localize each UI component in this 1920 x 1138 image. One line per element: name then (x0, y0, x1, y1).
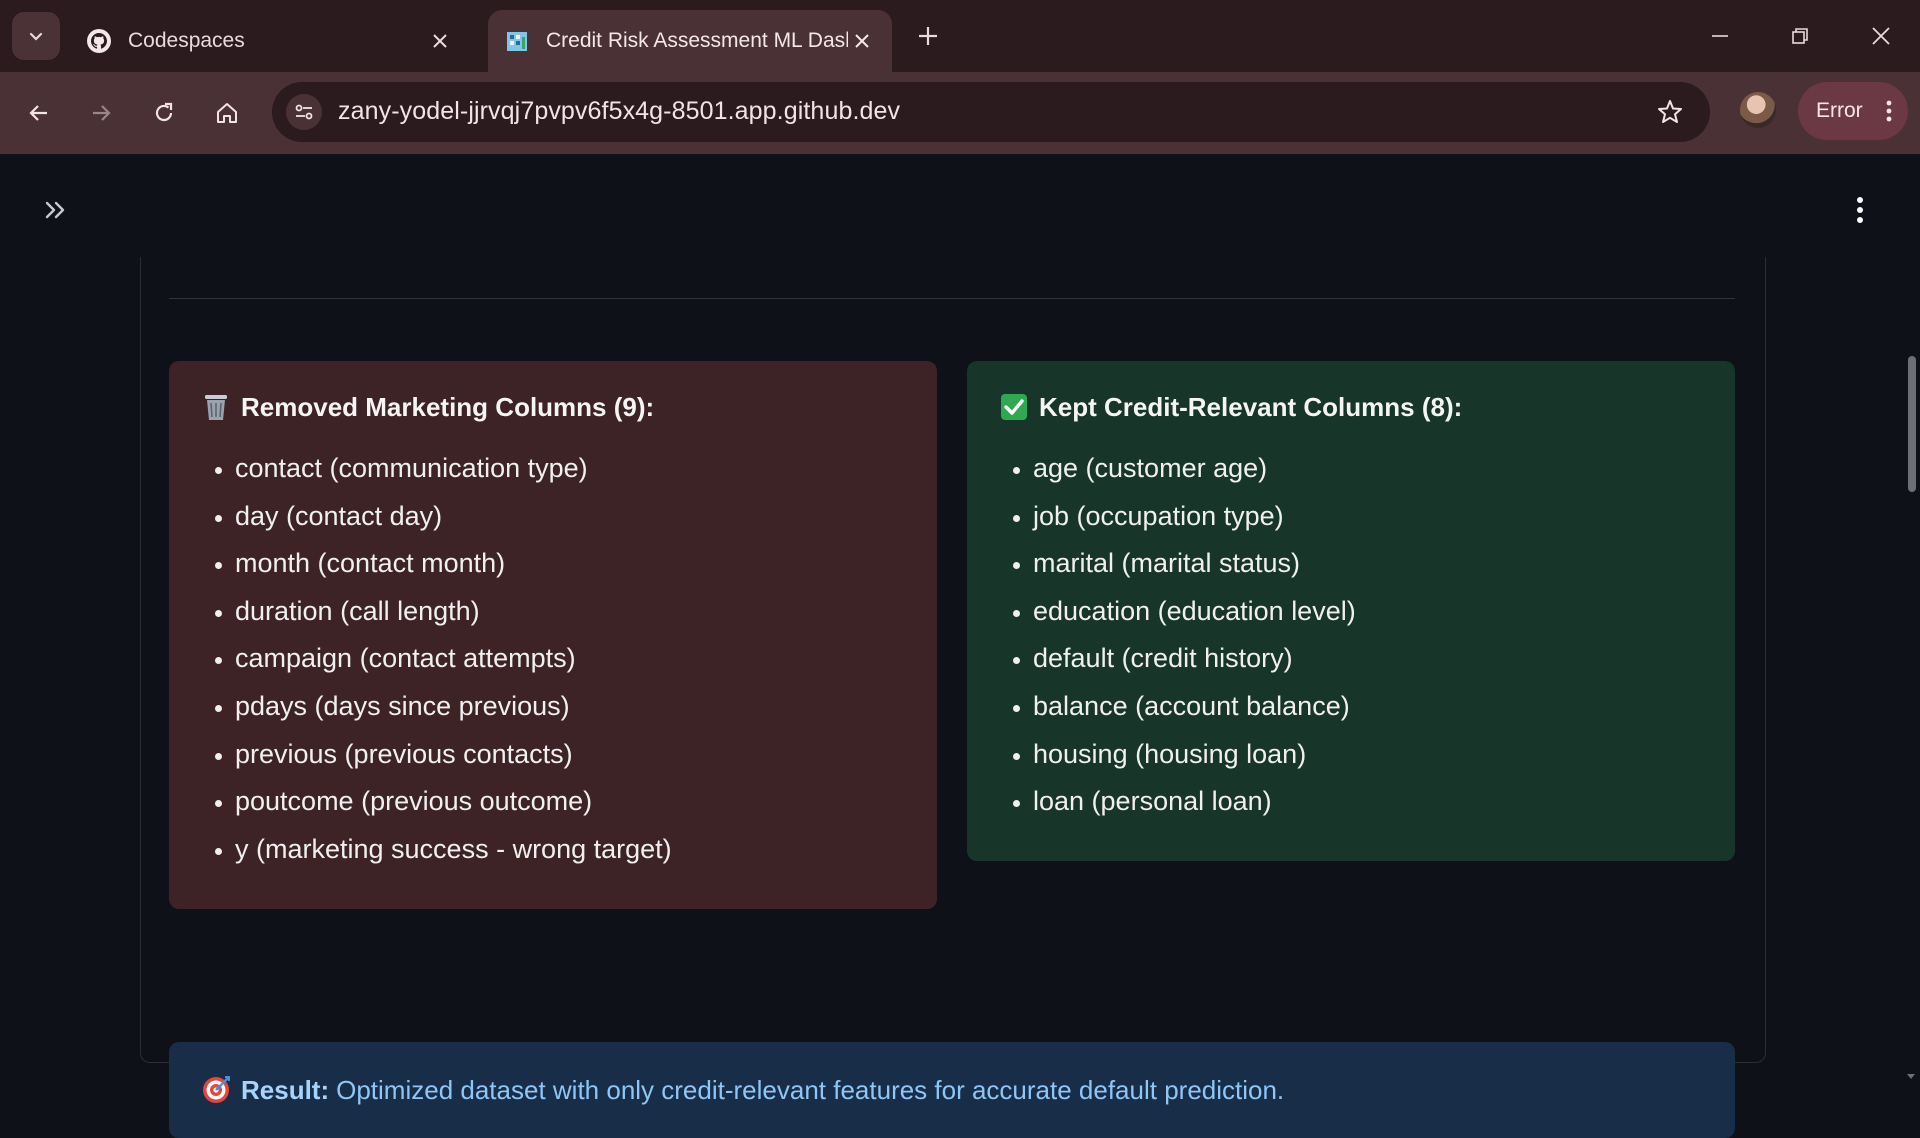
main-menu-button[interactable] (1848, 192, 1872, 228)
tab-title: Codespaces (128, 29, 245, 52)
more-vert-icon (1886, 99, 1892, 129)
reload-button[interactable] (143, 92, 185, 134)
close-icon (1872, 27, 1890, 45)
restore-icon (1792, 28, 1808, 44)
new-tab-button[interactable] (912, 20, 944, 52)
double-chevron-right-icon (45, 201, 65, 219)
close-tab-icon[interactable] (848, 27, 876, 55)
arrow-right-icon (93, 105, 111, 121)
kept-columns-title: Kept Credit-Relevant Columns (8): (1039, 391, 1463, 422)
list-item: previous (previous contacts) (235, 731, 907, 779)
more-vert-icon (1857, 197, 1863, 223)
minimize-icon (1712, 35, 1728, 37)
forward-button[interactable] (80, 92, 122, 134)
plus-icon (919, 27, 937, 45)
list-item: y (marketing success - wrong target) (235, 826, 907, 874)
tab-title: Credit Risk Assessment ML Dashboard (546, 29, 848, 52)
content-container: Removed Marketing Columns (9): contact (… (140, 257, 1766, 1138)
list-item: month (contact month) (235, 540, 907, 588)
scroll-down-arrow-icon[interactable] (1906, 1068, 1916, 1079)
github-icon (86, 28, 112, 54)
list-item: default (credit history) (1033, 635, 1705, 683)
streamlit-app: Removed Marketing Columns (9): contact (… (0, 154, 1920, 1138)
removed-columns-heading: Removed Marketing Columns (9): (201, 389, 907, 425)
removed-columns-card: Removed Marketing Columns (9): contact (… (169, 361, 937, 909)
reload-icon (155, 102, 173, 122)
list-item: duration (call length) (235, 588, 907, 636)
app-favicon-icon (504, 28, 530, 54)
home-button[interactable] (206, 92, 248, 134)
tab-search-button[interactable] (12, 12, 60, 60)
minimize-button[interactable] (1700, 16, 1740, 56)
error-label: Error (1816, 99, 1863, 122)
site-info-icon[interactable] (286, 94, 322, 130)
list-item: housing (housing loan) (1033, 731, 1705, 779)
url-text[interactable]: zany-yodel-jjrvqj7pvpv6f5x4g-8501.app.gi… (338, 97, 900, 126)
result-text: Optimized dataset with only credit-relev… (336, 1074, 1285, 1105)
check-mark-icon (999, 392, 1029, 422)
tab-codespaces[interactable]: Codespaces (70, 10, 470, 72)
tab-credit-risk-dashboard[interactable]: Credit Risk Assessment ML Dashboard (488, 10, 892, 72)
list-item: marital (marital status) (1033, 540, 1705, 588)
result-label: Result: (241, 1074, 330, 1105)
back-button[interactable] (18, 92, 60, 134)
list-item: contact (communication type) (235, 445, 907, 493)
expand-sidebar-button[interactable] (40, 194, 72, 226)
removed-columns-list: contact (communication type) day (contac… (201, 445, 907, 873)
browser-tab-strip: Codespaces Credit Risk Assessment ML Das… (0, 0, 1920, 72)
list-item: loan (personal loan) (1033, 778, 1705, 826)
home-icon (217, 103, 237, 123)
list-item: campaign (contact attempts) (235, 635, 907, 683)
list-item: age (customer age) (1033, 445, 1705, 493)
address-bar[interactable]: zany-yodel-jjrvqj7pvpv6f5x4g-8501.app.gi… (272, 82, 1710, 142)
browser-toolbar: zany-yodel-jjrvqj7pvpv6f5x4g-8501.app.gi… (0, 72, 1920, 154)
page-scrollbar-thumb[interactable] (1908, 356, 1916, 492)
list-item: balance (account balance) (1033, 683, 1705, 731)
wastebasket-icon (201, 392, 231, 422)
profile-error-button[interactable]: Error (1798, 82, 1908, 140)
kept-columns-heading: Kept Credit-Relevant Columns (8): (999, 389, 1705, 425)
result-info-box: Result: Optimized dataset with only cred… (169, 1042, 1735, 1138)
list-item: pdays (days since previous) (235, 683, 907, 731)
restore-button[interactable] (1780, 16, 1820, 56)
profile-avatar[interactable] (1740, 92, 1776, 128)
divider (169, 298, 1735, 299)
list-item: education (education level) (1033, 588, 1705, 636)
list-item: day (contact day) (235, 493, 907, 541)
close-window-button[interactable] (1861, 16, 1901, 56)
kept-columns-list: age (customer age) job (occupation type)… (999, 445, 1705, 826)
chevron-down-icon (29, 32, 43, 41)
list-item: job (occupation type) (1033, 493, 1705, 541)
removed-columns-title: Removed Marketing Columns (9): (241, 391, 655, 422)
arrow-left-icon (29, 105, 47, 121)
kept-columns-card: Kept Credit-Relevant Columns (8): age (c… (967, 361, 1735, 861)
bookmark-star-icon[interactable] (1654, 96, 1686, 128)
close-tab-icon[interactable] (426, 27, 454, 55)
list-item: poutcome (previous outcome) (235, 778, 907, 826)
